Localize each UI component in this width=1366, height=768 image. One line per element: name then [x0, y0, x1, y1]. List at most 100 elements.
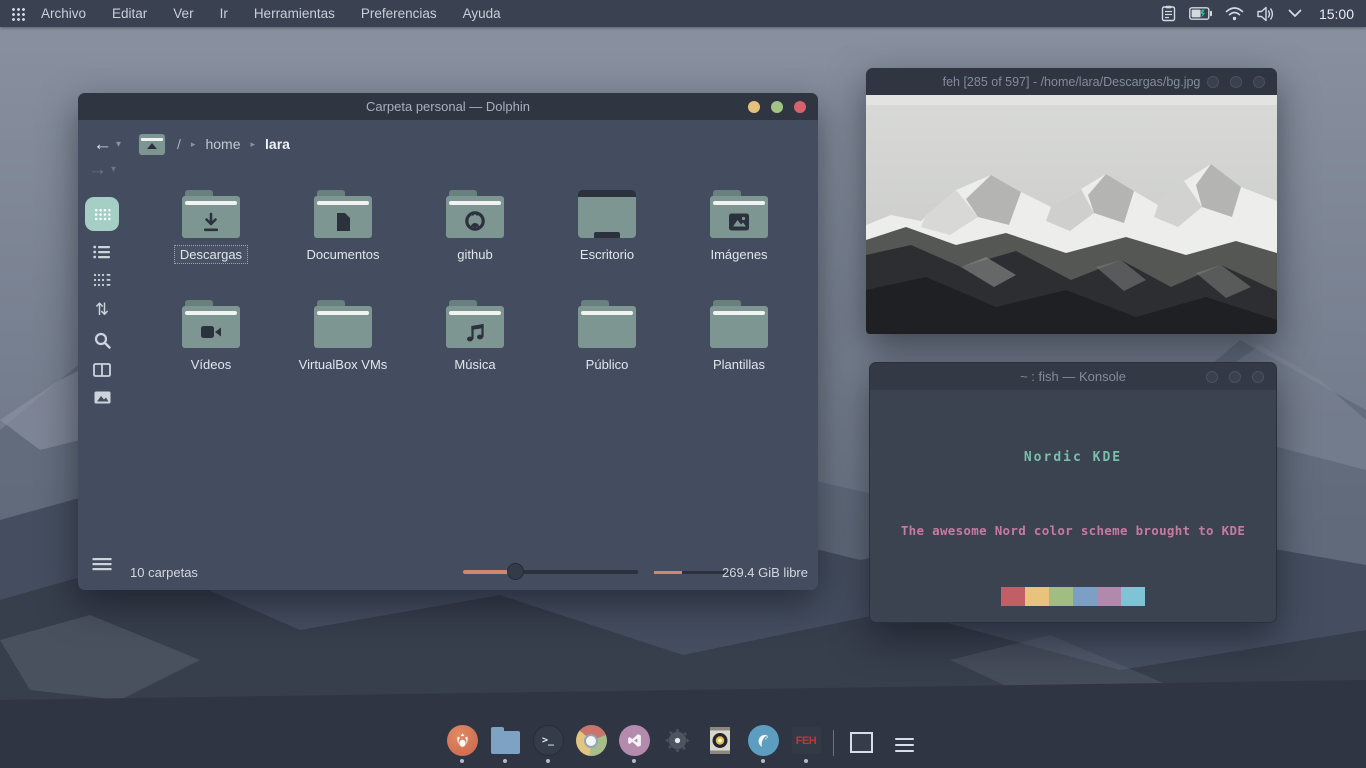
maximize-button[interactable]: [771, 101, 783, 113]
chromium-icon: [576, 725, 607, 756]
dock-media-player[interactable]: [704, 725, 736, 763]
top-panel: Archivo Editar Ver Ir Herramientas Prefe…: [0, 0, 1366, 27]
menu-herramientas[interactable]: Herramientas: [254, 6, 335, 21]
running-indicator: [503, 759, 507, 763]
dock-menu-icon: [889, 725, 920, 756]
terminal-icon: >_: [533, 725, 564, 756]
folder-label: Público: [580, 355, 635, 374]
menu-ayuda[interactable]: Ayuda: [463, 6, 501, 21]
minimize-button[interactable]: [748, 101, 760, 113]
folder-imagenes[interactable]: Imágenes: [673, 182, 805, 292]
clock[interactable]: 15:00: [1319, 6, 1354, 22]
menu-archivo[interactable]: Archivo: [41, 6, 86, 21]
music-glyph: [446, 315, 504, 348]
konsole-titlebar[interactable]: ~ : fish — Konsole: [870, 363, 1276, 390]
breadcrumb-root[interactable]: /: [177, 136, 181, 152]
dock-firefox[interactable]: [446, 725, 478, 763]
dock-separator: [833, 730, 834, 756]
desktop-icon: [578, 190, 636, 238]
wifi-icon[interactable]: [1225, 6, 1244, 21]
icons-view-button[interactable]: [85, 197, 119, 231]
folder-documentos[interactable]: Documentos: [277, 182, 409, 292]
code-icon: [619, 725, 650, 756]
back-history-caret-icon[interactable]: ▾: [116, 139, 121, 150]
clipboard-icon[interactable]: [1161, 5, 1176, 22]
running-indicator: [546, 759, 550, 763]
feh-icon: FEH: [791, 725, 822, 756]
document-glyph: [314, 205, 372, 238]
folder-plantillas[interactable]: Plantillas: [673, 292, 805, 402]
feh-window: feh [285 of 597] - /home/lara/Descargas/…: [866, 68, 1277, 334]
dock-code[interactable]: [618, 725, 650, 763]
preview-button[interactable]: [94, 391, 111, 404]
sort-button[interactable]: ⇅: [95, 301, 109, 318]
folder-escritorio[interactable]: Escritorio: [541, 182, 673, 292]
menu-editar[interactable]: Editar: [112, 6, 147, 21]
folder-descargas[interactable]: Descargas: [145, 182, 277, 292]
minimize-button[interactable]: [1207, 76, 1219, 88]
folder-label: Plantillas: [707, 355, 771, 374]
dock-browser[interactable]: [747, 725, 779, 763]
konsole-window-controls: [1206, 363, 1264, 390]
maximize-button[interactable]: [1229, 371, 1241, 383]
breadcrumb-separator-icon: ▸: [250, 139, 255, 150]
zoom-slider-knob[interactable]: [507, 563, 524, 580]
dock-file-manager[interactable]: [489, 725, 521, 763]
dolphin-statusbar: 10 carpetas 269.4 GiB libre: [126, 554, 818, 590]
chevron-down-icon[interactable]: [1288, 9, 1302, 18]
battery-icon[interactable]: [1189, 7, 1212, 20]
folder-label: github: [451, 245, 498, 264]
image-glyph: [710, 205, 768, 238]
home-folder-icon[interactable]: [139, 134, 165, 155]
forward-icon[interactable]: →: [88, 160, 107, 179]
breadcrumb-home[interactable]: home: [205, 136, 240, 152]
zoom-slider[interactable]: [463, 570, 638, 574]
dolphin-menu-button[interactable]: [93, 558, 112, 576]
free-space: 269.4 GiB libre: [722, 565, 808, 580]
volume-icon[interactable]: [1257, 6, 1275, 22]
folder-virtualbox-vms[interactable]: VirtualBox VMs: [277, 292, 409, 402]
folder-icon-plain: [710, 300, 768, 348]
minimize-button[interactable]: [1206, 371, 1218, 383]
feh-titlebar[interactable]: feh [285 of 597] - /home/lara/Descargas/…: [866, 68, 1277, 95]
folder-videos[interactable]: Vídeos: [145, 292, 277, 402]
search-button[interactable]: [94, 332, 111, 349]
preview-icon: [94, 391, 111, 404]
maximize-button[interactable]: [1230, 76, 1242, 88]
firefox-icon: [447, 725, 478, 756]
folder-label: Descargas: [174, 245, 248, 264]
app-grid-icon[interactable]: [11, 7, 25, 21]
compact-view-button[interactable]: [93, 245, 111, 259]
close-button[interactable]: [794, 101, 806, 113]
menu-ver[interactable]: Ver: [173, 6, 193, 21]
dolphin-titlebar[interactable]: Carpeta personal — Dolphin: [78, 93, 818, 120]
menu-preferencias[interactable]: Preferencias: [361, 6, 437, 21]
close-button[interactable]: [1253, 76, 1265, 88]
running-indicator: [761, 759, 765, 763]
split-view-icon: [93, 363, 111, 377]
folder-icon-github: [446, 190, 504, 238]
breadcrumb-separator-icon: ▸: [191, 139, 196, 150]
folder-musica[interactable]: Música: [409, 292, 541, 402]
menu-ir[interactable]: Ir: [220, 6, 228, 21]
dock-settings[interactable]: [661, 725, 693, 763]
dock-terminal[interactable]: >_: [532, 725, 564, 763]
dock-feh[interactable]: FEH: [790, 725, 822, 763]
folder-github[interactable]: github: [409, 182, 541, 292]
dolphin-body: ← ▾ / ▸ home ▸ lara → ▾: [78, 120, 818, 590]
terminal-output[interactable]: Nordic KDE The awesome Nord color scheme…: [870, 390, 1276, 622]
details-view-button[interactable]: [93, 273, 111, 287]
back-icon[interactable]: ←: [93, 135, 112, 154]
folder-icon-music: [446, 300, 504, 348]
breadcrumb-lara[interactable]: lara: [265, 136, 290, 152]
split-view-button[interactable]: [93, 363, 111, 377]
folder-label: Música: [448, 355, 501, 374]
folder-icon-plain: [314, 300, 372, 348]
dock-menu[interactable]: [888, 725, 920, 763]
folder-publico[interactable]: Público: [541, 292, 673, 402]
folder-icon-download: [182, 190, 240, 238]
dock-show-desktop[interactable]: [845, 725, 877, 763]
folder-label: Imágenes: [704, 245, 773, 264]
dock-chromium[interactable]: [575, 725, 607, 763]
close-button[interactable]: [1252, 371, 1264, 383]
